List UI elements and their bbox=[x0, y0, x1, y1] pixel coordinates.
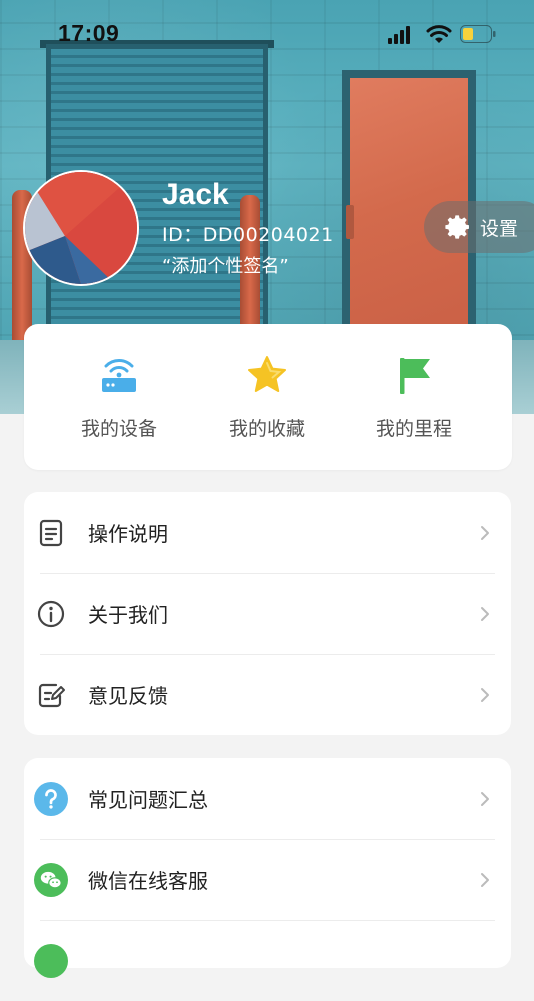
avatar-image bbox=[25, 172, 137, 284]
menu-group-support: 常见问题汇总 微信在线客服 bbox=[24, 758, 511, 978]
cellular-signal-icon bbox=[388, 26, 410, 44]
chevron-right-icon bbox=[481, 872, 489, 887]
menu-item-partial[interactable] bbox=[24, 920, 511, 1001]
menu-group-general: 操作说明 关于我们 意见反馈 bbox=[24, 492, 511, 735]
user-id: ID：DD00204021 bbox=[162, 224, 334, 246]
document-icon bbox=[39, 519, 63, 546]
quick-action-label: 我的里程 bbox=[375, 418, 452, 440]
chevron-right-icon bbox=[481, 606, 489, 621]
flag-icon bbox=[400, 358, 430, 394]
menu-item-label: 关于我们 bbox=[88, 603, 168, 627]
menu-item-label: 常见问题汇总 bbox=[88, 788, 208, 812]
settings-label: 设置 bbox=[480, 217, 519, 240]
quick-action-label: 我的设备 bbox=[80, 418, 157, 440]
menu-item-instructions[interactable]: 操作说明 bbox=[24, 492, 511, 573]
info-icon bbox=[37, 600, 65, 627]
signature-prompt[interactable]: “添加个性签名” bbox=[162, 252, 289, 278]
router-icon bbox=[102, 359, 136, 392]
quick-actions-card: 我的设备 我的收藏 我的里程 bbox=[24, 324, 512, 470]
quick-action-my-mileage[interactable]: 我的里程 bbox=[339, 324, 489, 470]
quick-action-my-devices[interactable]: 我的设备 bbox=[44, 324, 194, 470]
battery-icon bbox=[460, 25, 496, 43]
avatar[interactable] bbox=[23, 170, 139, 286]
wechat-icon bbox=[34, 862, 68, 897]
menu-item-about-us[interactable]: 关于我们 bbox=[24, 573, 511, 654]
menu-item-label: 意见反馈 bbox=[88, 684, 168, 708]
edit-note-icon bbox=[38, 683, 65, 707]
question-icon bbox=[34, 781, 68, 816]
chevron-right-icon bbox=[481, 791, 489, 806]
status-bar: 17:09 bbox=[0, 0, 534, 70]
settings-button[interactable]: 设置 bbox=[424, 201, 534, 253]
chevron-right-icon bbox=[481, 687, 489, 702]
menu-item-faq[interactable]: 常见问题汇总 bbox=[24, 758, 511, 839]
quick-action-my-favorites[interactable]: 我的收藏 bbox=[192, 324, 342, 470]
star-icon bbox=[248, 356, 286, 392]
quick-action-label: 我的收藏 bbox=[228, 418, 305, 440]
menu-item-label: 微信在线客服 bbox=[88, 869, 208, 893]
gear-icon bbox=[445, 215, 469, 239]
status-time: 17:09 bbox=[58, 20, 120, 46]
menu-item-feedback[interactable]: 意见反馈 bbox=[24, 654, 511, 735]
chevron-right-icon bbox=[481, 525, 489, 540]
partially-visible-icon bbox=[34, 943, 68, 978]
wifi-icon bbox=[426, 25, 452, 43]
menu-item-label: 操作说明 bbox=[88, 522, 168, 546]
user-name: Jack bbox=[162, 178, 229, 211]
menu-item-wechat-support[interactable]: 微信在线客服 bbox=[24, 839, 511, 920]
